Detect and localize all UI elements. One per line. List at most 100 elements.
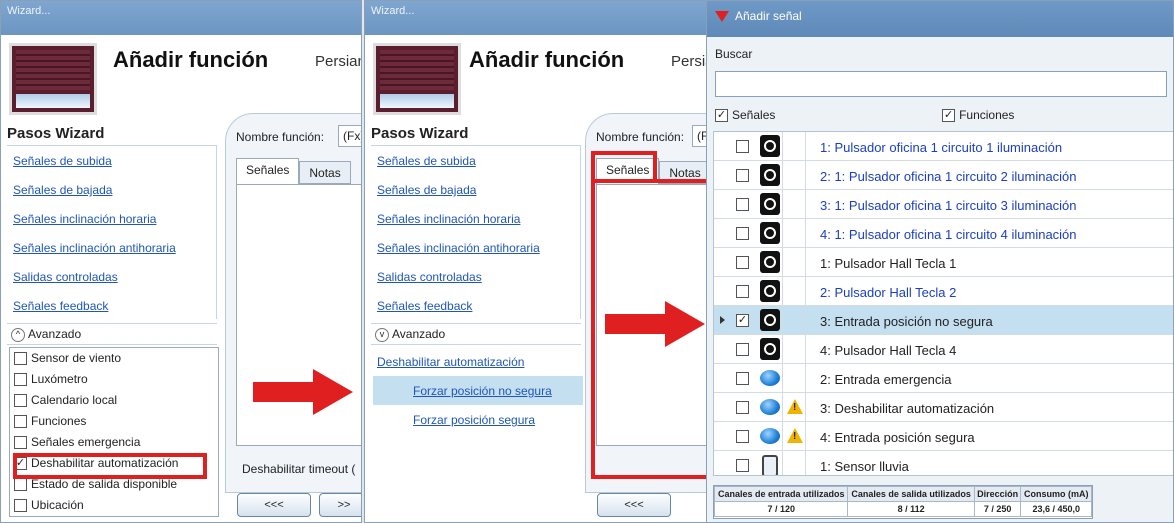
signal-checkbox[interactable] <box>736 459 749 472</box>
step-link[interactable]: Señales inclinación antihoraria <box>371 233 580 262</box>
signal-row[interactable]: 2: Entrada emergencia <box>714 364 1173 393</box>
advanced-option[interactable]: Sensor de viento <box>10 348 218 369</box>
signal-list: 1: Pulsador oficina 1 circuito 1 ilumina… <box>713 131 1173 476</box>
filter-functions-checkbox[interactable]: ✓ <box>942 109 956 123</box>
signal-checkbox[interactable] <box>736 256 749 269</box>
chevron-down-icon: v <box>375 327 389 342</box>
tab-bar: Señales Notas <box>236 158 351 184</box>
option-checkbox[interactable] <box>14 415 27 429</box>
dialog-titlebar[interactable]: Añadir señal <box>707 1 1173 37</box>
advanced-toggle[interactable]: v Avanzado <box>371 323 581 345</box>
back-button[interactable]: <<< <box>237 493 311 517</box>
warning-cell <box>782 451 806 475</box>
search-input[interactable] <box>715 71 1167 97</box>
signal-checkbox[interactable] <box>736 401 749 414</box>
signal-row[interactable]: 1: Pulsador Hall Tecla 1 <box>714 248 1173 277</box>
advanced-label: Avanzado <box>28 327 82 341</box>
signal-row[interactable]: 2: 1: Pulsador oficina 1 circuito 2 ilum… <box>714 161 1173 190</box>
wizard-window-2: Wizard... Añadir función Persia Pasos Wi… <box>364 0 708 523</box>
function-name-label: Nombre función: <box>596 130 685 144</box>
signal-checkbox[interactable] <box>736 372 749 385</box>
signal-row[interactable]: ✓ 3: Entrada posición no segura <box>714 306 1173 335</box>
advanced-option[interactable]: Ubicación <box>10 495 218 516</box>
pushbutton-icon <box>760 135 780 157</box>
option-checkbox[interactable] <box>14 373 27 387</box>
force-safe-position-link[interactable]: Forzar posición segura <box>373 405 583 434</box>
warning-cell <box>782 277 806 306</box>
signal-label: 1: Pulsador oficina 1 circuito 1 ilumina… <box>820 140 1063 155</box>
warning-cell: ! <box>782 393 806 422</box>
pushbutton-icon <box>760 222 780 244</box>
signal-checkbox[interactable] <box>736 285 749 298</box>
add-signal-dialog: Añadir señal Buscar ✓ Señales ✓ Funciones … <box>706 0 1174 523</box>
advanced-option[interactable]: Funciones <box>10 411 218 432</box>
advanced-option[interactable]: Señales emergencia <box>10 432 218 453</box>
step-link[interactable]: Señales inclinación antihoraria <box>7 233 216 262</box>
wizard-window-1: Wizard... Añadir función Persian Pasos W… <box>0 0 362 523</box>
step-link[interactable]: Señales de bajada <box>371 175 580 204</box>
tab-notes[interactable]: Notas <box>299 161 351 184</box>
back-button[interactable]: <<< <box>597 493 671 517</box>
warning-cell <box>782 306 806 335</box>
step-link[interactable]: Señales inclinación horaria <box>7 204 216 233</box>
step-link[interactable]: Salidas controladas <box>371 262 580 291</box>
resource-stats: Canales de entrada utilizados Canales de… <box>713 485 1093 519</box>
signal-row[interactable]: ! 3: Deshabilitar automatización <box>714 393 1173 422</box>
signal-label: 3: Entrada posición no segura <box>820 314 993 329</box>
signal-row[interactable]: 4: Pulsador Hall Tecla 4 <box>714 335 1173 364</box>
step-link[interactable]: Señales feedback <box>7 291 216 320</box>
option-checkbox[interactable] <box>14 352 27 366</box>
signal-checkbox[interactable] <box>736 430 749 443</box>
steps-list: Señales de subida Señales de bajada Seña… <box>371 145 581 319</box>
rain-sensor-icon <box>762 455 778 475</box>
advanced-toggle[interactable]: ^ Avanzado <box>7 323 217 345</box>
step-link[interactable]: Señales feedback <box>371 291 580 320</box>
step-link[interactable]: Señales de bajada <box>7 175 216 204</box>
step-link[interactable]: Señales inclinación horaria <box>371 204 580 233</box>
option-label: Sensor de viento <box>31 351 122 365</box>
step-link[interactable]: Señales de subida <box>7 146 216 175</box>
signal-label: 3: Deshabilitar automatización <box>820 401 995 416</box>
signal-checkbox[interactable] <box>736 140 749 153</box>
advanced-label: Avanzado <box>392 327 446 341</box>
window-title: Wizard... <box>7 5 51 17</box>
disable-automation-link[interactable]: Deshabilitar automatización <box>371 347 524 376</box>
option-checkbox[interactable] <box>14 436 27 450</box>
advanced-option[interactable]: Calendario local <box>10 390 218 411</box>
step-link[interactable]: Salidas controladas <box>7 262 216 291</box>
step-link[interactable]: Señales de subida <box>371 146 580 175</box>
signal-row[interactable]: 1: Pulsador oficina 1 circuito 1 ilumina… <box>714 132 1173 161</box>
pushbutton-icon <box>760 164 780 186</box>
signal-checkbox[interactable] <box>736 343 749 356</box>
next-button[interactable]: >> <box>319 493 361 517</box>
steps-list: Señales de subida Señales de bajada Seña… <box>7 145 217 319</box>
warning-cell: ! <box>782 422 806 451</box>
window-titlebar[interactable]: Wizard... <box>1 1 361 35</box>
option-checkbox[interactable] <box>14 394 27 408</box>
option-checkbox[interactable] <box>14 499 27 513</box>
stats-value: 7 / 120 <box>713 501 849 517</box>
function-name-input[interactable]: (Fx) <box>338 125 361 147</box>
signal-checkbox[interactable] <box>736 227 749 240</box>
signal-row[interactable]: 4: 1: Pulsador oficina 1 circuito 4 ilum… <box>714 219 1173 248</box>
signal-row[interactable]: 2: Pulsador Hall Tecla 2 <box>714 277 1173 306</box>
filter-bar: ✓ Señales ✓ Funciones <box>715 108 1173 123</box>
window-titlebar[interactable]: Wizard... <box>365 1 707 35</box>
stats-header: Canales de salida utilizados <box>847 486 975 502</box>
advanced-option[interactable]: Luxómetro <box>10 369 218 390</box>
filter-signals-checkbox[interactable]: ✓ <box>715 109 728 123</box>
signal-checkbox[interactable]: ✓ <box>736 314 749 327</box>
force-unsafe-position-link[interactable]: Forzar posición no segura <box>373 376 583 405</box>
signal-row[interactable]: ! 4: Entrada posición segura <box>714 422 1173 451</box>
option-checkbox[interactable] <box>14 478 27 492</box>
signal-row[interactable]: 1: Sensor lluvia <box>714 451 1173 475</box>
warning-cell <box>782 248 806 277</box>
tab-signals[interactable]: Señales <box>236 158 300 184</box>
warning-icon: ! <box>787 399 803 414</box>
window-title: Wizard... <box>371 5 415 17</box>
signal-label: 4: Entrada posición segura <box>820 430 975 445</box>
signal-checkbox[interactable] <box>736 198 749 211</box>
app-logo-icon <box>715 11 729 23</box>
signal-row[interactable]: 3: 1: Pulsador oficina 1 circuito 3 ilum… <box>714 190 1173 219</box>
signal-checkbox[interactable] <box>736 169 749 182</box>
